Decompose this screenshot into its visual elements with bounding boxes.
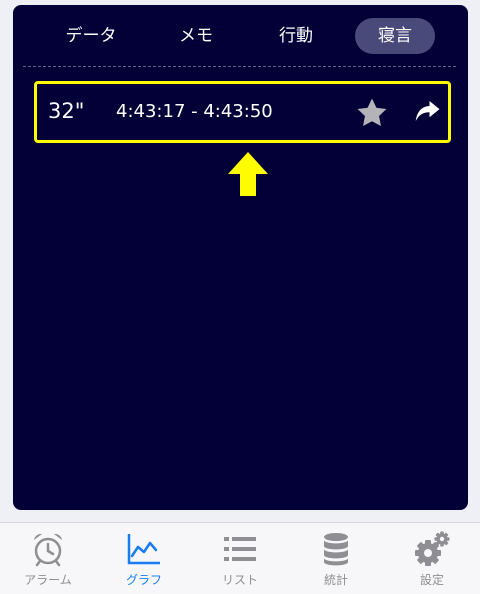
record-duration: 32": [48, 99, 85, 123]
tabbar-label: 統計: [323, 573, 348, 587]
tabbar-item-stats[interactable]: 統計: [288, 523, 384, 594]
gear-icon: [415, 531, 450, 566]
alarm-clock-icon: [34, 533, 62, 567]
chart-icon: [127, 534, 160, 565]
tabbar-label: リスト: [221, 573, 258, 587]
sleep-talk-record[interactable]: 32" 4:43:17 - 4:43:50: [34, 81, 451, 143]
record-time-range: 4:43:17 - 4:43:50: [116, 101, 273, 122]
tabbar-item-list[interactable]: リスト: [192, 523, 288, 594]
segment-tabs: データ メモ 行動 寝言: [13, 5, 468, 67]
star-icon[interactable]: [355, 96, 389, 130]
database-icon: [324, 533, 348, 566]
tabbar-item-graph[interactable]: グラフ: [96, 523, 192, 594]
tabbar-label: アラーム: [24, 573, 72, 587]
tab-data[interactable]: データ: [51, 18, 131, 54]
share-icon[interactable]: [412, 96, 442, 126]
tab-memo[interactable]: メモ: [158, 18, 234, 54]
tabbar-item-alarm[interactable]: アラーム: [0, 523, 96, 594]
tab-divider: [23, 66, 456, 67]
bottom-tab-bar: アラーム グラフ リスト 統計 設定: [0, 522, 480, 594]
tabbar-item-settings[interactable]: 設定: [384, 523, 480, 594]
main-panel: データ メモ 行動 寝言 32" 4:43:17 - 4:43:50: [13, 5, 468, 510]
tabbar-label: 設定: [419, 573, 444, 587]
tab-action[interactable]: 行動: [260, 18, 332, 54]
tab-sleep-talk[interactable]: 寝言: [355, 18, 435, 54]
up-arrow-icon: [228, 152, 268, 196]
tabbar-label: グラフ: [125, 573, 162, 587]
list-icon: [224, 537, 256, 561]
